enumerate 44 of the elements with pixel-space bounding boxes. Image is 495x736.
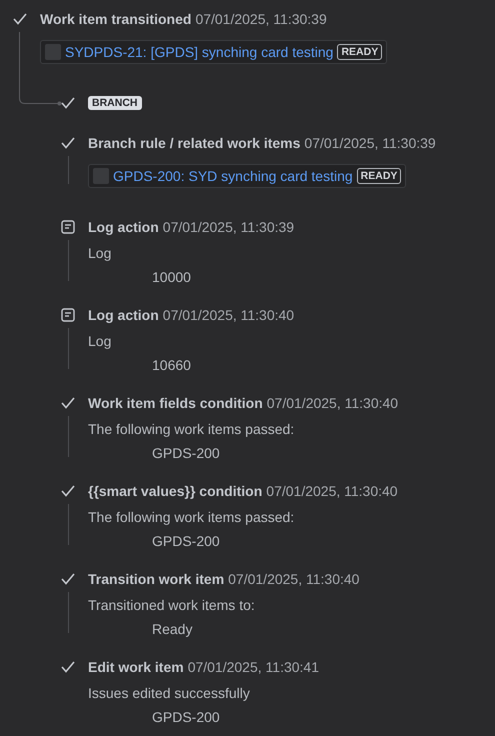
check-icon — [60, 96, 76, 110]
step-value: Ready — [151, 620, 194, 639]
step-value: 10000 — [151, 268, 192, 287]
step-value: GPDS-200 — [151, 708, 221, 727]
step-title: Transition work item — [88, 570, 224, 589]
check-icon — [12, 12, 28, 26]
step-title: {{smart values}} condition — [88, 482, 262, 501]
status-lozenge: READY — [356, 168, 402, 184]
step-title: Log action — [88, 306, 159, 325]
check-icon — [60, 660, 76, 674]
document-icon — [61, 220, 75, 234]
status-lozenge: READY — [337, 44, 382, 60]
step-detail: Transitioned work items to: — [88, 596, 256, 615]
timestamp: 07/01/2025, 11:30:39 — [162, 218, 294, 237]
step-value: GPDS-200 — [151, 532, 221, 551]
timestamp: 07/01/2025, 11:30:39 — [195, 10, 327, 29]
check-icon — [60, 484, 76, 498]
document-icon — [61, 308, 75, 322]
step-title: Log action — [88, 218, 159, 237]
check-icon — [60, 572, 76, 586]
timestamp: 07/01/2025, 11:30:40 — [228, 570, 360, 589]
work-item-link[interactable]: SYDPDS-21: [GPDS] synching card testing — [65, 44, 334, 60]
timestamp: 07/01/2025, 11:30:40 — [162, 306, 294, 325]
timestamp: 07/01/2025, 11:30:40 — [266, 394, 398, 413]
step-detail: The following work items passed: — [88, 508, 296, 527]
check-icon — [60, 136, 76, 150]
step-title: Work item transitioned — [40, 10, 192, 29]
step-detail: Log — [88, 332, 112, 351]
step-title: Work item fields condition — [88, 394, 263, 413]
step-value: GPDS-200 — [151, 444, 221, 463]
step-detail: Log — [88, 244, 112, 263]
timestamp: 07/01/2025, 11:30:39 — [304, 134, 436, 153]
step-title: Edit work item — [88, 658, 184, 677]
step-detail: Issues edited successfully — [88, 684, 251, 703]
step-title: Branch rule / related work items — [88, 134, 300, 153]
timestamp: 07/01/2025, 11:30:41 — [188, 658, 319, 677]
branch-label: BRANCH — [88, 96, 142, 110]
step-value: 10660 — [151, 356, 192, 375]
check-icon — [60, 396, 76, 410]
work-item-icon — [93, 168, 109, 184]
work-item-link[interactable]: GPDS-200: SYD synching card testing — [113, 168, 353, 184]
timestamp: 07/01/2025, 11:30:40 — [266, 482, 398, 501]
step-detail: The following work items passed: — [88, 420, 296, 439]
work-item-icon — [45, 44, 61, 60]
